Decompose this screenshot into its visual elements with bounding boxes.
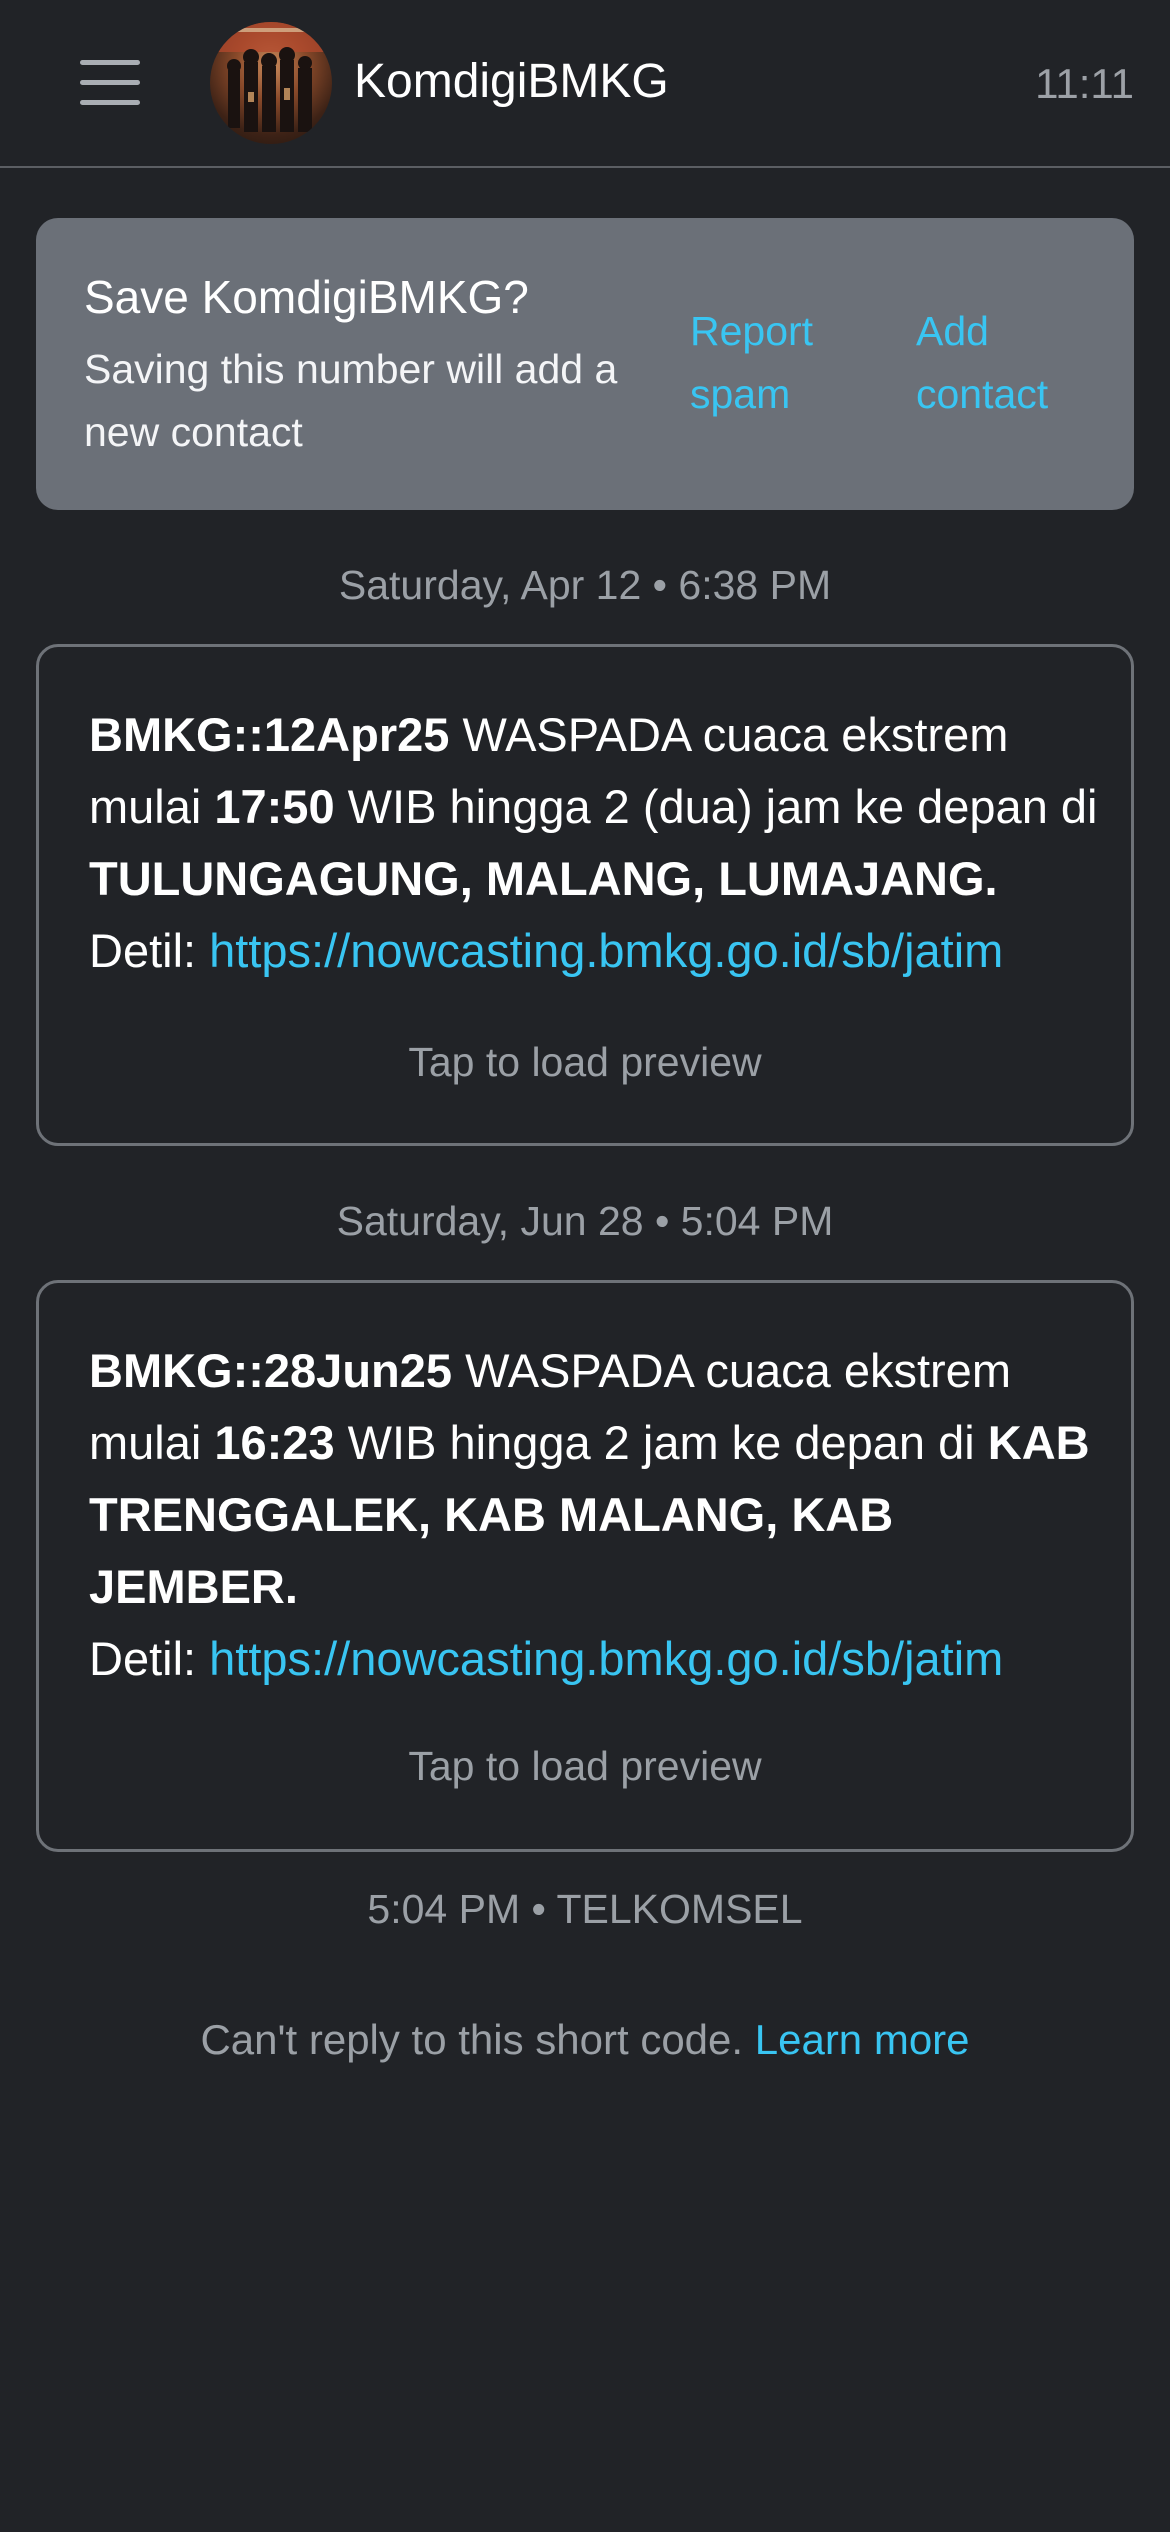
message-fragment: WIB hingga 2 (dua) jam ke depan di: [334, 780, 1098, 833]
tap-to-load-preview[interactable]: Tap to load preview: [39, 1743, 1131, 1790]
message-link[interactable]: https://nowcasting.bmkg.go.id/sb/jatim: [209, 924, 1003, 977]
avatar[interactable]: [210, 22, 332, 144]
short-code-text: Can't reply to this short code.: [200, 2016, 755, 2063]
message-bubble[interactable]: BMKG::12Apr25 WASPADA cuaca ekstrem mula…: [36, 644, 1134, 1146]
message-fragment: WIB hingga 2 jam ke depan di: [334, 1416, 988, 1469]
hamburger-menu-icon[interactable]: [80, 60, 140, 106]
message-status-meta: 5:04 PM • TELKOMSEL: [367, 1886, 803, 1932]
message-text: BMKG::28Jun25 WASPADA cuaca ekstrem mula…: [89, 1335, 1109, 1695]
status-time: 11:11: [1035, 60, 1134, 107]
report-spam-button[interactable]: Report spam: [690, 300, 850, 426]
detail-label: Detil:: [89, 924, 210, 977]
message-text: BMKG::12Apr25 WASPADA cuaca ekstrem mula…: [89, 699, 1109, 987]
message-link[interactable]: https://nowcasting.bmkg.go.id/sb/jatim: [209, 1632, 1003, 1685]
message-regions: TULUNGAGUNG, MALANG, LUMAJANG.: [89, 852, 998, 905]
message-time-bold: 17:50: [214, 780, 335, 833]
date-separator: Saturday, Apr 12 • 6:38 PM: [338, 562, 832, 608]
banner-body: Saving this number will add a new contac…: [84, 346, 618, 455]
message-bubble[interactable]: BMKG::28Jun25 WASPADA cuaca ekstrem mula…: [36, 1280, 1134, 1852]
app-header: KomdigiBMKG 11:11: [0, 0, 1170, 168]
detail-label: Detil:: [89, 1632, 210, 1685]
add-contact-button[interactable]: Add contact: [916, 300, 1096, 426]
short-code-notice: Can't reply to this short code. Learn mo…: [0, 2016, 1170, 2064]
tap-to-load-preview[interactable]: Tap to load preview: [39, 1039, 1131, 1086]
contact-name[interactable]: KomdigiBMKG: [354, 54, 669, 109]
message-id: BMKG::12Apr25: [89, 708, 450, 761]
learn-more-link[interactable]: Learn more: [755, 2016, 970, 2063]
save-contact-banner: Save KomdigiBMKG? Saving this number wil…: [36, 218, 1134, 510]
message-id: BMKG::28Jun25: [89, 1344, 453, 1397]
date-separator: Saturday, Jun 28 • 5:04 PM: [336, 1198, 834, 1244]
banner-title: Save KomdigiBMKG?: [84, 271, 529, 323]
message-time-bold: 16:23: [214, 1416, 335, 1469]
